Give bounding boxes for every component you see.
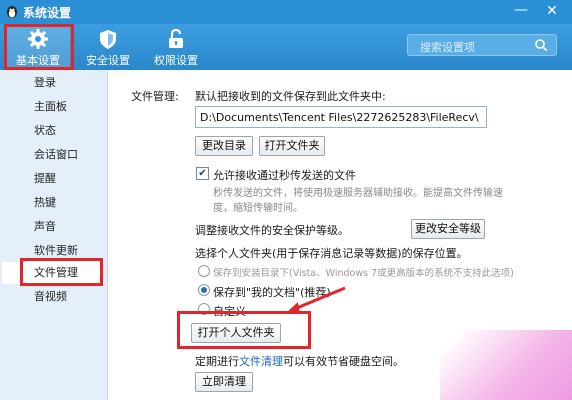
decorative-gradient bbox=[440, 330, 572, 400]
